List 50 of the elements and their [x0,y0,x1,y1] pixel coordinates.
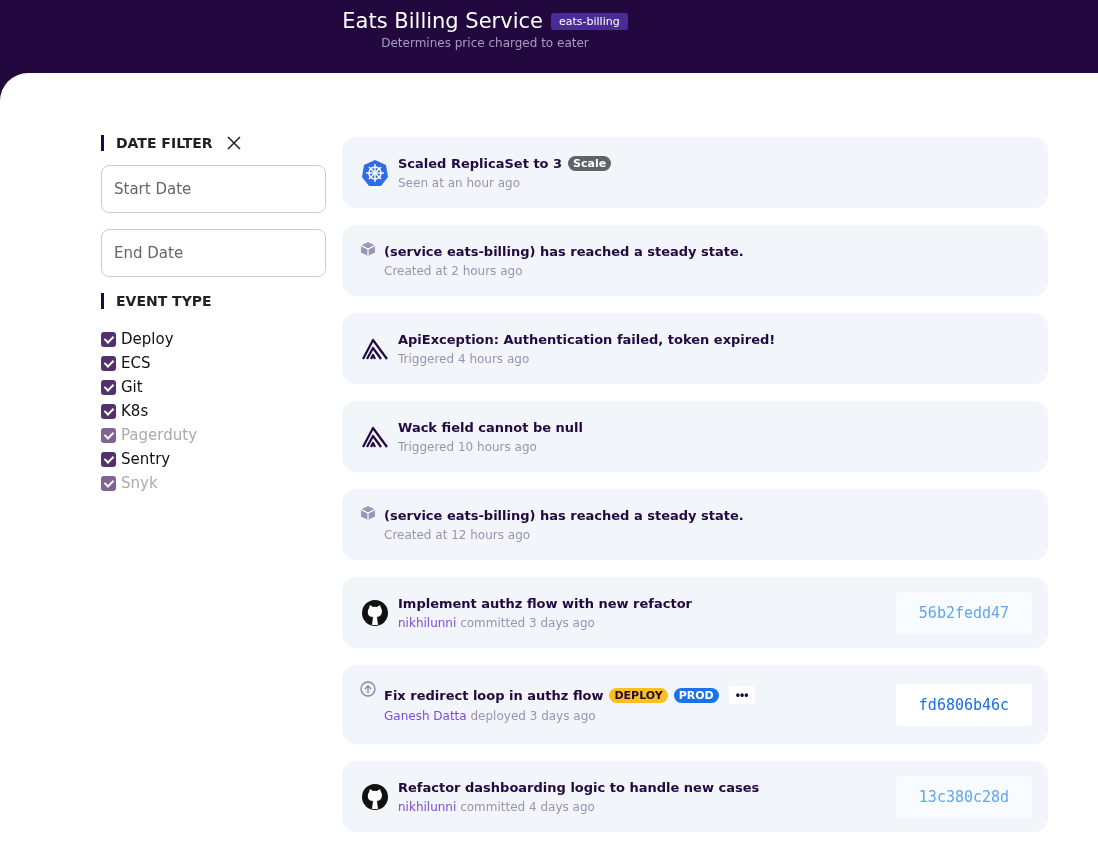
helm-wheel-icon [361,158,389,187]
event-title: Fix redirect loop in authz flow [384,687,604,703]
checkbox-label: ECS [121,354,151,372]
event-meta: Created at 2 hours ago [384,263,523,278]
commit-hash-button[interactable]: fd6806b46c [896,683,1032,726]
checkbox-label: Snyk [121,474,158,492]
event-title: Scaled ReplicaSet to 3 [398,155,563,171]
event-title: Implement authz flow with new refactor [398,595,692,611]
event-meta: Created at 12 hours ago [384,527,531,542]
checkbox-label: Pagerduty [121,426,197,444]
author-link[interactable]: nikhilunni [398,615,457,630]
author-link[interactable]: Ganesh Datta [384,709,467,723]
end-date-field[interactable]: End Date [101,229,326,277]
checkbox[interactable] [101,403,116,419]
more-button[interactable]: ••• [728,686,756,704]
event-meta: Triggered 4 hours ago [398,351,530,366]
checkbox-label: Sentry [121,450,171,468]
octocat-icon [361,782,389,811]
event-title: Wack field cannot be null [398,419,583,435]
upload-circle-icon [360,681,376,697]
event-badge: Scale [568,155,612,171]
event-meta: committed 3 days ago [459,615,595,630]
service-subtitle: Determines price charged to eater [381,36,589,50]
service-tag: eats-billing [551,12,628,30]
checkbox-label: Git [121,378,143,396]
octocat-icon [361,598,389,627]
cube-icon [360,241,376,257]
author-link[interactable]: nikhilunni [398,799,457,814]
checkbox[interactable] [101,451,116,467]
event-meta: Triggered 10 hours ago [398,439,537,454]
event-title: ApiException: Authentication failed, token expired! [398,331,776,347]
cube-icon [360,505,376,521]
section-heading: EVENT TYPE [116,293,212,309]
checkbox-label: K8s [121,402,149,420]
event-meta: deployed 3 days ago [469,709,596,723]
event-title: Refactor dashboarding logic to handle new cases [398,779,760,795]
checkbox[interactable] [101,355,116,371]
checkbox[interactable] [101,331,116,347]
event-title: (service eats-billing) has reached a steady state. [384,507,744,523]
checkbox-label: Deploy [121,330,174,348]
section-heading: DATE FILTER [116,135,213,151]
event-badge: PROD [673,687,719,703]
close-icon[interactable] [224,134,243,152]
event-title: (service eats-billing) has reached a steady state. [384,243,744,259]
event-meta: Seen at an hour ago [398,175,521,190]
event-badge: DEPLOY [609,687,668,703]
start-date-field[interactable]: Start Date [101,165,326,213]
service-title: Eats Billing Service [342,9,543,33]
event-meta: committed 4 days ago [459,799,595,814]
checkbox[interactable] [101,379,116,395]
